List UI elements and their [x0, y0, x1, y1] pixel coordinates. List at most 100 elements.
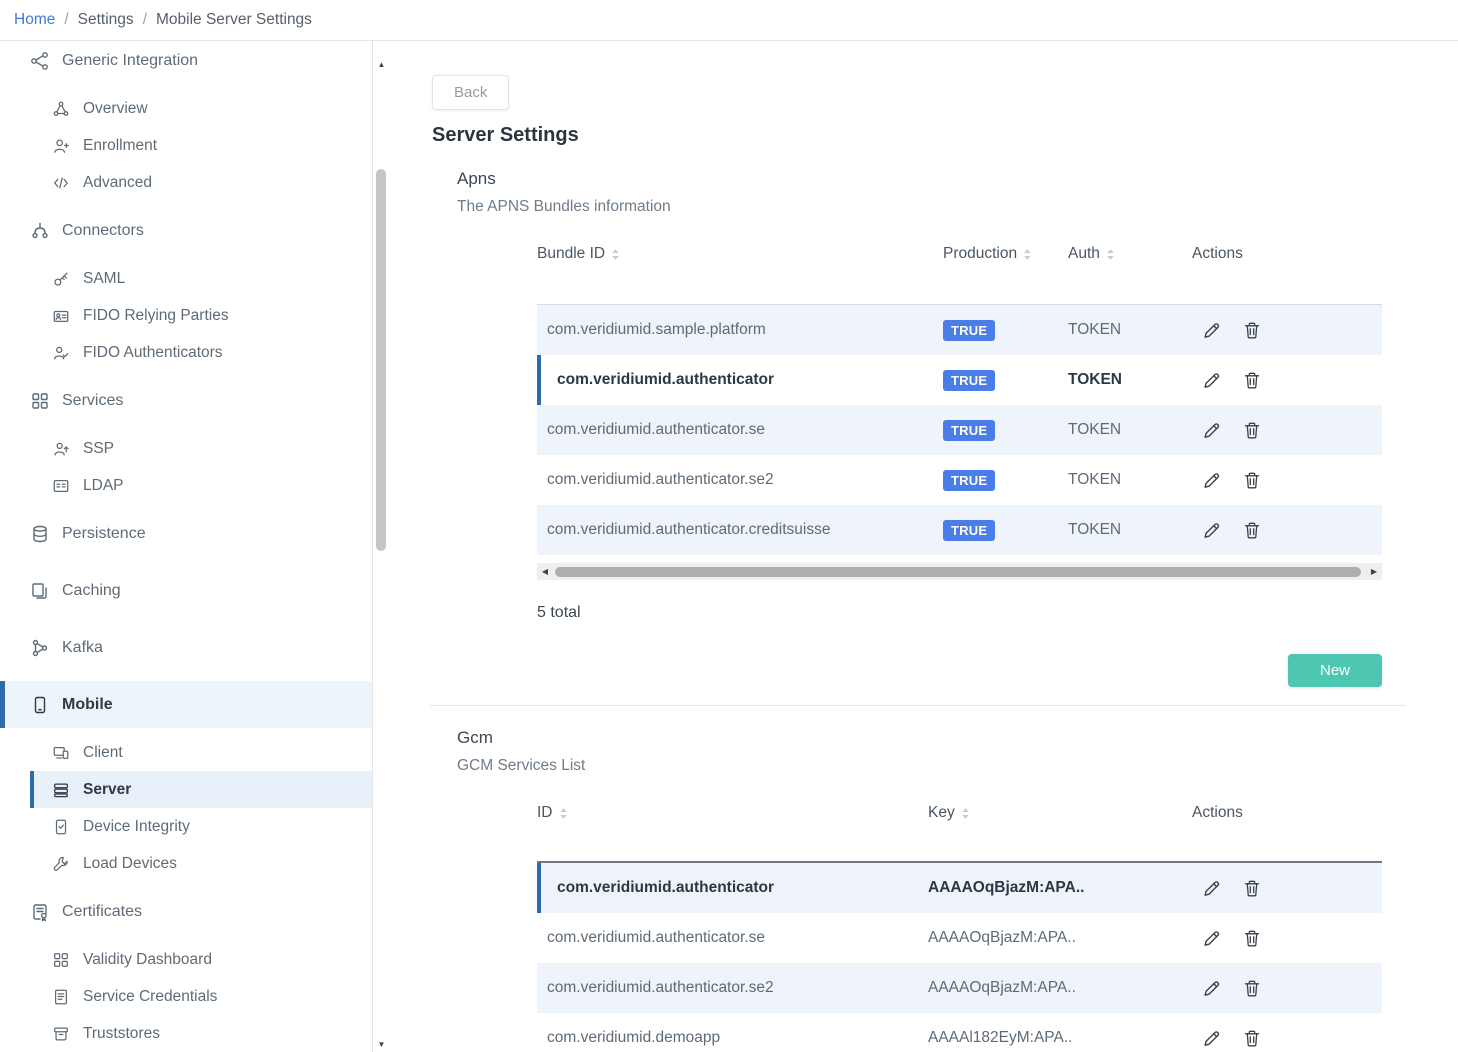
back-button[interactable]: Back: [432, 75, 509, 110]
sidebar-item-label: SAML: [83, 270, 125, 288]
sort-icon[interactable]: [611, 248, 620, 261]
sidebar-item-generic-integration[interactable]: Generic Integration: [0, 41, 372, 84]
sidebar-item-certificates[interactable]: Certificates: [0, 888, 372, 935]
sidebar-item-service-credentials[interactable]: Service Credentials: [0, 978, 372, 1015]
sort-icon[interactable]: [559, 807, 568, 820]
sidebar-scrollbar[interactable]: ▲ ▼: [374, 41, 389, 1052]
scroll-up-arrow[interactable]: ▲: [374, 60, 389, 69]
actions-cell: [1180, 521, 1382, 540]
edit-button[interactable]: [1202, 521, 1221, 540]
sidebar-item-label: Server: [83, 781, 131, 799]
delete-button[interactable]: [1243, 421, 1261, 440]
sidebar-item-saml[interactable]: SAML: [0, 260, 372, 297]
delete-button[interactable]: [1243, 521, 1261, 540]
edit-button[interactable]: [1202, 471, 1221, 490]
new-button[interactable]: New: [1288, 654, 1382, 687]
delete-button[interactable]: [1243, 979, 1261, 998]
table-row-selected[interactable]: com.veridiumid.authenticator TRUE TOKEN: [537, 355, 1382, 405]
production-cell: TRUE: [930, 520, 1055, 541]
edit-button[interactable]: [1202, 879, 1221, 898]
delete-button[interactable]: [1243, 1029, 1261, 1048]
production-cell: TRUE: [930, 320, 1055, 341]
gcm-table-header: ID Key Actions: [537, 801, 1382, 863]
table-row[interactable]: com.veridiumid.authenticator.se2 AAAAOqB…: [537, 963, 1382, 1013]
breadcrumb-current: Mobile Server Settings: [156, 11, 312, 29]
column-header-production[interactable]: Production: [930, 242, 1055, 266]
sidebar-item-connectors[interactable]: Connectors: [0, 207, 372, 254]
sidebar-item-fido-authenticators[interactable]: FIDO Authenticators: [0, 334, 372, 371]
table-row[interactable]: com.veridiumid.authenticator.se AAAAOqBj…: [537, 913, 1382, 963]
sort-icon[interactable]: [1023, 248, 1032, 261]
production-badge: TRUE: [943, 370, 995, 391]
sidebar-item-ssp[interactable]: SSP: [0, 430, 372, 467]
table-row[interactable]: com.veridiumid.authenticator.se2 TRUE TO…: [537, 455, 1382, 505]
sidebar-item-kafka[interactable]: Kafka: [0, 624, 372, 671]
new-button-row: New: [537, 654, 1382, 687]
edit-button[interactable]: [1202, 321, 1221, 340]
edit-button[interactable]: [1202, 979, 1221, 998]
edit-button[interactable]: [1202, 929, 1221, 948]
horizontal-scrollbar[interactable]: ◀ ▶: [537, 563, 1382, 580]
sidebar-item-truststores[interactable]: Truststores: [0, 1015, 372, 1052]
sidebar-item-label: Load Devices: [83, 855, 177, 873]
scroll-right-arrow[interactable]: ▶: [1366, 567, 1382, 576]
breadcrumb-home-link[interactable]: Home: [14, 11, 55, 29]
table-row[interactable]: com.veridiumid.authenticator.creditsuiss…: [537, 505, 1382, 555]
auth-cell: TOKEN: [1055, 421, 1180, 439]
sidebar-item-enrollment[interactable]: Enrollment: [0, 127, 372, 164]
table-row[interactable]: com.veridiumid.authenticator.se TRUE TOK…: [537, 405, 1382, 455]
breadcrumb-settings-link[interactable]: Settings: [78, 11, 134, 29]
sidebar-item-advanced[interactable]: Advanced: [0, 164, 372, 201]
sort-icon[interactable]: [961, 807, 970, 820]
edit-button[interactable]: [1202, 1029, 1221, 1048]
sidebar-item-client[interactable]: Client: [0, 734, 372, 771]
trash-icon: [1243, 521, 1261, 540]
id-card-icon: [52, 307, 70, 325]
sidebar-item-services[interactable]: Services: [0, 377, 372, 424]
trash-icon: [1243, 979, 1261, 998]
sidebar-item-overview[interactable]: Overview: [0, 90, 372, 127]
sidebar-item-server[interactable]: Server: [0, 771, 372, 808]
sidebar-item-label: Persistence: [62, 525, 146, 543]
trash-icon: [1243, 1029, 1261, 1048]
delete-button[interactable]: [1243, 879, 1261, 898]
breadcrumb: Home / Settings / Mobile Server Settings: [0, 0, 1458, 41]
column-header-actions: Actions: [1180, 242, 1382, 266]
sidebar-item-device-integrity[interactable]: Device Integrity: [0, 808, 372, 845]
column-header-key[interactable]: Key: [920, 801, 1180, 825]
column-header-id[interactable]: ID: [537, 801, 920, 825]
column-header-bundle-id[interactable]: Bundle ID: [537, 242, 930, 266]
column-label: Actions: [1192, 242, 1243, 266]
delete-button[interactable]: [1243, 929, 1261, 948]
auth-cell: TOKEN: [1055, 321, 1180, 339]
scroll-down-arrow[interactable]: ▼: [374, 1040, 389, 1049]
sidebar-item-ldap[interactable]: LDAP: [0, 467, 372, 504]
scroll-left-arrow[interactable]: ◀: [537, 567, 553, 576]
delete-button[interactable]: [1243, 371, 1261, 390]
bundle-id-cell: com.veridiumid.authenticator: [537, 371, 930, 389]
table-row-selected[interactable]: com.veridiumid.authenticator AAAAOqBjazM…: [537, 863, 1382, 913]
column-header-auth[interactable]: Auth: [1055, 242, 1180, 266]
scrollbar-thumb[interactable]: [555, 567, 1361, 577]
sidebar-item-persistence[interactable]: Persistence: [0, 510, 372, 557]
delete-button[interactable]: [1243, 321, 1261, 340]
edit-button[interactable]: [1202, 371, 1221, 390]
delete-button[interactable]: [1243, 471, 1261, 490]
table-row[interactable]: com.veridiumid.demoapp AAAAl182EyM:APA..: [537, 1013, 1382, 1052]
id-cell: com.veridiumid.authenticator.se: [537, 929, 920, 947]
sidebar-item-load-devices[interactable]: Load Devices: [0, 845, 372, 882]
plug-fork-icon: [30, 221, 50, 241]
pencil-icon: [1202, 979, 1221, 998]
sidebar-item-validity-dashboard[interactable]: Validity Dashboard: [0, 941, 372, 978]
scrollbar-thumb[interactable]: [376, 169, 386, 551]
pencil-icon: [1202, 1029, 1221, 1048]
table-row[interactable]: com.veridiumid.sample.platform TRUE TOKE…: [537, 305, 1382, 355]
grid-icon: [30, 391, 50, 411]
sidebar-item-caching[interactable]: Caching: [0, 567, 372, 614]
scrollbar-track[interactable]: [553, 563, 1366, 580]
key-icon: [52, 270, 70, 288]
edit-button[interactable]: [1202, 421, 1221, 440]
sort-icon[interactable]: [1106, 248, 1115, 261]
sidebar-item-mobile[interactable]: Mobile: [0, 681, 372, 728]
sidebar-item-fido-relying-parties[interactable]: FIDO Relying Parties: [0, 297, 372, 334]
